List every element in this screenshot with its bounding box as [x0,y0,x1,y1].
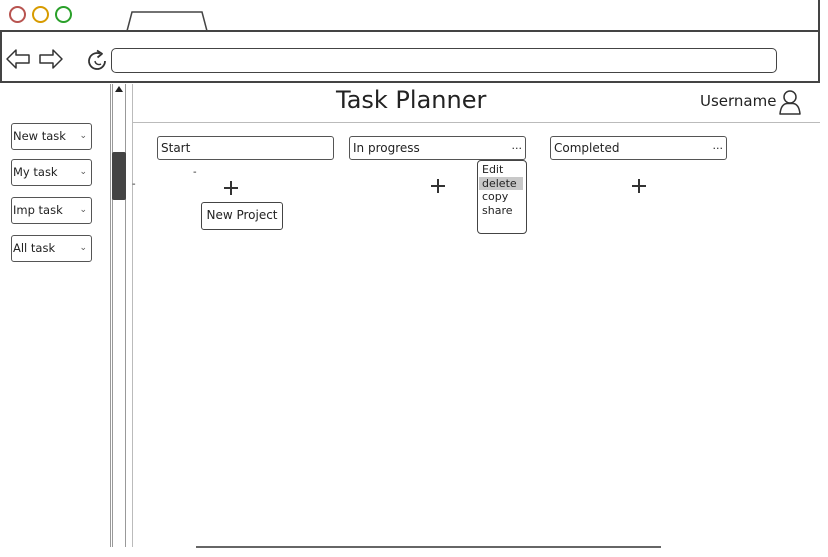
sidebar-item-label: Imp task [13,203,63,217]
chevron-down-icon: ⌄ [79,131,87,141]
horizontal-scrollbar[interactable] [196,546,661,548]
sidebar-select-new-task[interactable]: New task ⌄ [11,123,92,150]
add-task-completed-button[interactable] [632,179,646,193]
header-divider [132,122,820,123]
scrollbar-thumb[interactable] [112,152,126,200]
dash-mark: - [132,179,136,190]
column-label: In progress [353,141,420,155]
browser-tab[interactable] [126,11,208,32]
column-label: Completed [554,141,620,155]
column-start-header[interactable]: Start [157,136,334,160]
page-title: Task Planner [336,86,487,114]
sidebar-select-my-task[interactable]: My task ⌄ [11,159,92,186]
window-titlebar [0,0,820,32]
menu-item-delete[interactable]: delete [479,176,523,190]
sidebar-select-imp-task[interactable]: Imp task ⌄ [11,197,92,224]
new-project-button[interactable]: New Project [201,202,283,230]
sidebar-divider [110,84,111,547]
user-icon[interactable] [779,89,801,115]
username-label[interactable]: Username [700,91,780,111]
sidebar-item-label: All task [13,241,56,255]
context-menu: Edit delete copy share [477,160,527,234]
close-icon[interactable] [9,6,26,23]
url-input[interactable] [111,48,777,73]
menu-item-edit[interactable]: Edit [479,163,523,177]
chevron-down-icon: ⌄ [79,243,87,253]
sidebar-item-label: My task [13,165,58,179]
add-task-in-progress-button[interactable] [431,179,445,193]
sidebar-item-label: New task [13,129,66,143]
chevron-down-icon: ⌄ [79,167,87,177]
more-options-icon[interactable]: ... [713,135,724,157]
dash-mark: - [193,167,197,178]
main-divider [132,84,133,547]
menu-item-share[interactable]: share [479,204,523,218]
column-completed-header[interactable]: Completed ... [550,136,727,160]
reload-icon[interactable] [86,49,110,73]
column-label: Start [161,141,191,155]
maximize-icon[interactable] [55,6,72,23]
more-options-icon[interactable]: ... [512,135,523,157]
chevron-down-icon: ⌄ [79,205,87,215]
sidebar-select-all-task[interactable]: All task ⌄ [11,235,92,262]
arrow-left-icon[interactable] [5,47,31,71]
add-task-start-button[interactable] [224,181,238,195]
minimize-icon[interactable] [32,6,49,23]
scroll-up-arrow-icon[interactable] [115,86,123,92]
column-in-progress-header[interactable]: In progress ... [349,136,526,160]
menu-item-copy[interactable]: copy [479,190,523,204]
arrow-right-icon[interactable] [38,47,64,71]
